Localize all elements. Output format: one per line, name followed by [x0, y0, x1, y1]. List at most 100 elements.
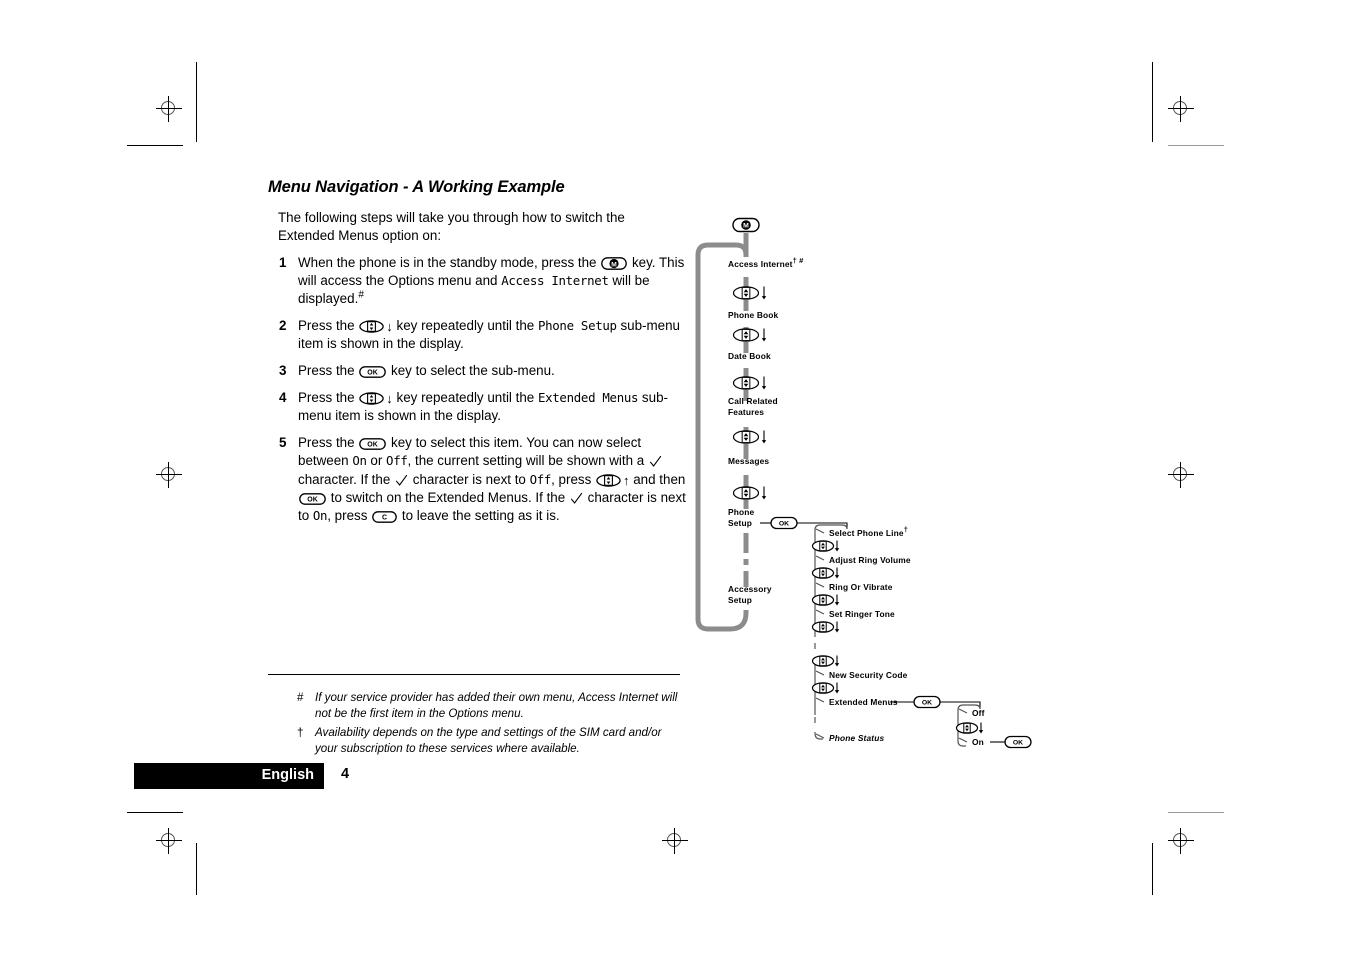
crop-rule-vert-right-top	[1152, 62, 1153, 142]
display-text: On	[312, 507, 328, 523]
intro-paragraph: The following steps will take you throug…	[278, 209, 625, 243]
step-text: Press the	[298, 435, 359, 451]
key-scroll-rocker-icon	[359, 392, 385, 405]
footer-language-bar: English	[134, 763, 324, 789]
menu-tree-svg: M OK OK OK	[695, 217, 1032, 749]
step-text: Press the	[298, 317, 359, 333]
registration-mark-mid-left	[156, 462, 182, 488]
registration-mark-bottom-left	[156, 828, 182, 854]
diagram-sub-scroll-rocker-icon	[811, 540, 835, 552]
step-text: key repeatedly until the	[392, 317, 538, 333]
diagram-leaf-key-ok-icon: OK	[913, 695, 941, 709]
diagram-arrow-down-icon	[761, 376, 767, 390]
diagram-label-text: Ring Or Vibrate	[829, 582, 893, 592]
checkmark-icon	[649, 455, 662, 468]
key-scroll-rocker-icon	[596, 473, 621, 487]
diagram-main-menu-item: Access Internet† #	[728, 257, 804, 270]
crop-rule-vert-left-bot	[196, 843, 197, 895]
diagram-sub-scroll-rocker-icon	[811, 594, 835, 606]
regmark-vline	[1180, 462, 1181, 488]
footnote-marker: #	[297, 691, 304, 704]
regmark-vline	[1180, 828, 1181, 854]
checkmark-icon	[570, 492, 583, 505]
diagram-key-m-icon: M	[732, 217, 760, 233]
step-number: 2	[279, 317, 287, 333]
page-number: 4	[341, 766, 350, 782]
regmark-hline	[156, 840, 182, 841]
diagram-sub-scroll-rocker-icon	[811, 682, 835, 694]
display-text: Phone Setup	[537, 317, 617, 333]
crop-rule-top-left	[127, 145, 183, 146]
step-item: 2 Press the ↓ key repeatedly until the Ph…	[268, 317, 686, 353]
footnote-text: Availability depends on the type and set…	[315, 725, 662, 756]
svg-text:OK: OK	[922, 700, 932, 707]
key-m-icon: M	[601, 256, 628, 270]
regmark-hline	[1168, 108, 1194, 109]
footnote: # If your service provider has added thei…	[297, 690, 687, 723]
key-scroll-rocker-icon	[359, 320, 385, 333]
diagram-sub-arrow-down-icon	[834, 655, 840, 667]
diagram-label-text: Phone Status	[829, 733, 885, 743]
diagram-arrow-down-icon	[761, 486, 767, 500]
diagram-leaf-arrow-down-icon	[978, 722, 984, 734]
diagram-label-text: Extended Menus	[829, 697, 898, 707]
step-text: , the current setting will be shown with…	[407, 453, 648, 469]
step-text: or	[366, 453, 387, 469]
display-text: Off	[529, 471, 552, 487]
footer-language-label: English	[261, 767, 314, 783]
crop-rule-vert-right-bot	[1152, 843, 1153, 895]
menu-tree-diagram: M OK OK OK Access Internet† # Phone Book Date …	[690, 205, 1110, 765]
crop-rule-vert-left-top	[196, 62, 197, 142]
diagram-sub-menu-item: Select Phone Line†	[829, 526, 908, 539]
diagram-sub-menu-item: New Security Code	[829, 670, 907, 681]
step-text: to leave the setting as it is.	[398, 507, 560, 523]
footnotes-block: # If your service provider has added thei…	[297, 690, 687, 760]
registration-mark-top-left	[156, 96, 182, 122]
crop-rule-bottom-left	[127, 812, 183, 813]
diagram-sub-menu-item: Set Ringer Tone	[829, 609, 895, 620]
svg-text:OK: OK	[307, 496, 318, 503]
diagram-label-text: Off	[972, 708, 985, 718]
step-text: key to select the sub-menu.	[387, 363, 555, 379]
step-item: 1 When the phone is in the standby mode, …	[268, 254, 686, 308]
regmark-vline	[168, 828, 169, 854]
diagram-sub-scroll-rocker-icon	[811, 655, 835, 667]
diagram-leaf-scroll-rocker-icon	[955, 722, 979, 734]
step-text: , press	[551, 471, 595, 487]
step-text: Press the	[298, 390, 359, 406]
regmark-hline	[1168, 840, 1194, 841]
registration-mark-bottom-center	[662, 828, 688, 854]
step-text: and then	[629, 471, 686, 487]
svg-text:M: M	[611, 261, 617, 268]
regmark-vline	[168, 96, 169, 122]
display-text: On	[352, 453, 367, 469]
diagram-label-text: Call Related Features	[728, 396, 778, 417]
diagram-arrow-down-icon	[761, 286, 767, 300]
diagram-sub-arrow-down-icon	[834, 594, 840, 606]
diagram-label-text: Phone Setup	[728, 507, 755, 528]
regmark-vline	[168, 462, 169, 488]
diagram-label-text: On	[972, 737, 984, 747]
diagram-sub-menu-item: Adjust Ring Volume	[829, 555, 911, 566]
diagram-scroll-rocker-icon	[732, 286, 760, 300]
svg-text:OK: OK	[779, 521, 789, 528]
display-text: Access Internet	[501, 272, 609, 288]
diagram-sub-arrow-down-icon	[834, 567, 840, 579]
key-ok-icon: OK	[359, 438, 387, 451]
display-text: Extended Menus	[537, 390, 639, 406]
step-number: 1	[279, 254, 287, 270]
step-text: , press	[327, 507, 372, 523]
regmark-vline	[1180, 96, 1181, 122]
diagram-arrow-down-icon	[761, 430, 767, 444]
key-c-icon: C	[372, 510, 397, 523]
regmark-vline	[674, 828, 675, 854]
svg-text:C: C	[382, 514, 387, 521]
key-ok-icon: OK	[299, 492, 326, 505]
svg-text:OK: OK	[1013, 740, 1023, 747]
diagram-label-text: Set Ringer Tone	[829, 609, 895, 619]
footnote-marker: †	[297, 725, 304, 739]
diagram-label-text: Accessory Setup	[728, 584, 772, 605]
diagram-scroll-rocker-icon	[732, 486, 760, 500]
diagram-sub-menu-item: Extended Menus	[829, 697, 898, 708]
diagram-sub-arrow-down-icon	[834, 540, 840, 552]
